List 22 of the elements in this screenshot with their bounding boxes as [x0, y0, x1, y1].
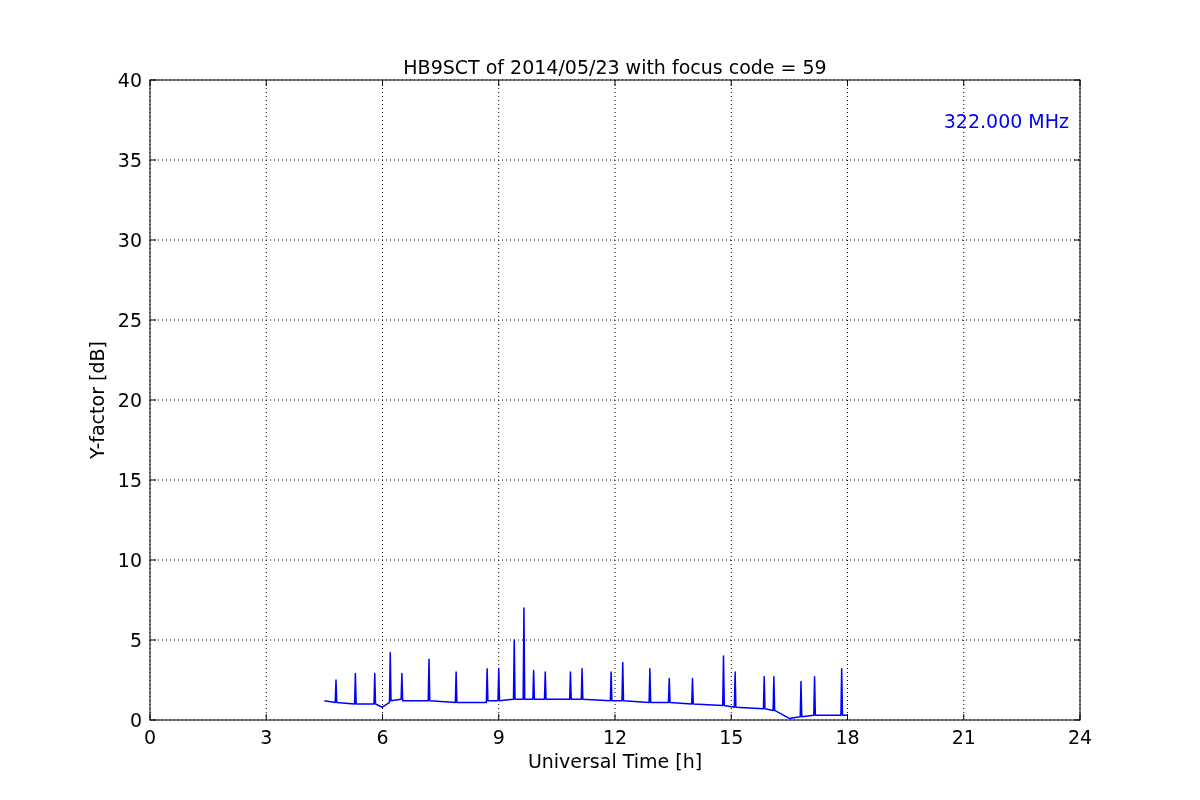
x-tick-label: 6	[376, 726, 389, 748]
y-axis-label: Y-factor [dB]	[86, 341, 108, 459]
x-tick-label: 3	[260, 726, 273, 748]
y-tick-label: 0	[129, 709, 142, 731]
x-tick-label: 9	[492, 726, 505, 748]
frequency-annotation: 322.000 MHz	[943, 110, 1069, 132]
y-tick-label: 40	[117, 69, 142, 91]
y-tick-label: 10	[117, 549, 142, 571]
y-tick-label: 25	[117, 309, 142, 331]
chart-title: HB9SCT of 2014/05/23 with focus code = 59	[403, 56, 827, 78]
x-tick-label: 24	[1067, 726, 1093, 748]
y-tick-label: 5	[129, 629, 142, 651]
x-tick-label: 15	[719, 726, 744, 748]
y-tick-label: 15	[117, 469, 142, 491]
x-tick-label: 21	[951, 726, 976, 748]
x-tick-label: 12	[602, 726, 628, 748]
y-tick-label: 30	[117, 229, 142, 251]
x-tick-label: 18	[835, 726, 860, 748]
y-tick-label: 35	[117, 149, 142, 171]
x-axis-label: Universal Time [h]	[527, 750, 703, 772]
y-tick-label: 20	[117, 389, 142, 411]
x-tick-label: 0	[143, 726, 157, 748]
